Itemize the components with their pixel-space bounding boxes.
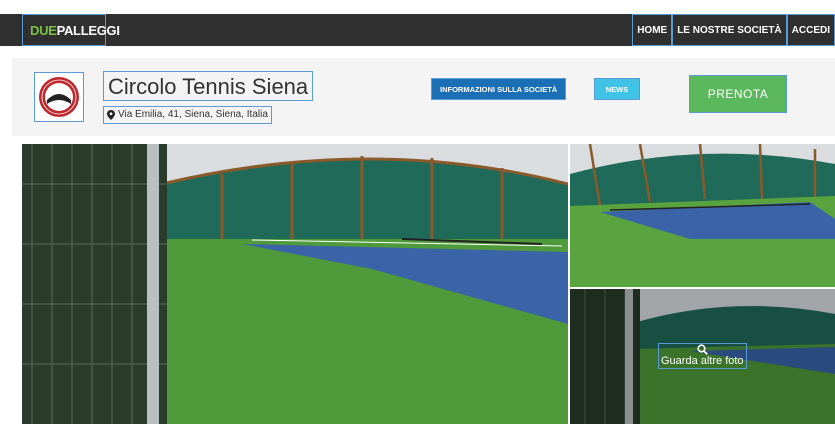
- book-button[interactable]: PRENOTA: [689, 75, 787, 113]
- nav-item-login[interactable]: ACCEDI: [786, 14, 835, 46]
- search-icon: [697, 344, 708, 355]
- gallery-main-photo[interactable]: [22, 144, 568, 424]
- club-header: Circolo Tennis Siena Via Emilia, 41, Sie…: [12, 58, 835, 136]
- gallery-photo-bottom[interactable]: Guarda altre foto: [570, 289, 835, 424]
- club-address-text: Via Emilia, 41, Siena, Siena, Italia: [118, 109, 268, 120]
- gallery-photo-top[interactable]: [570, 144, 835, 287]
- top-navbar: DUEPALLEGGI HOME LE NOSTRE SOCIETÀ ACCED…: [0, 14, 835, 46]
- club-name: Circolo Tennis Siena: [103, 71, 314, 101]
- news-button[interactable]: NEWS: [594, 78, 640, 100]
- nav-item-home[interactable]: HOME: [632, 14, 673, 46]
- club-logo: [34, 72, 84, 122]
- map-marker-icon: [107, 110, 115, 120]
- main-nav: HOME LE NOSTRE SOCIETÀ ACCEDI: [632, 14, 835, 46]
- nav-item-societies[interactable]: LE NOSTRE SOCIETÀ: [672, 14, 787, 46]
- club-crest-icon: [39, 77, 79, 117]
- brand-logo[interactable]: DUEPALLEGGI: [22, 14, 120, 46]
- view-more-photos-label: Guarda altre foto: [661, 355, 744, 367]
- brand-logo-text: DUEPALLEGGI: [30, 22, 120, 38]
- view-more-photos-link[interactable]: Guarda altre foto: [658, 343, 747, 369]
- club-address: Via Emilia, 41, Siena, Siena, Italia: [103, 106, 272, 124]
- club-info-button[interactable]: INFORMAZIONI SULLA SOCIETÀ: [431, 78, 567, 100]
- photo-gallery: Guarda altre foto: [22, 144, 835, 424]
